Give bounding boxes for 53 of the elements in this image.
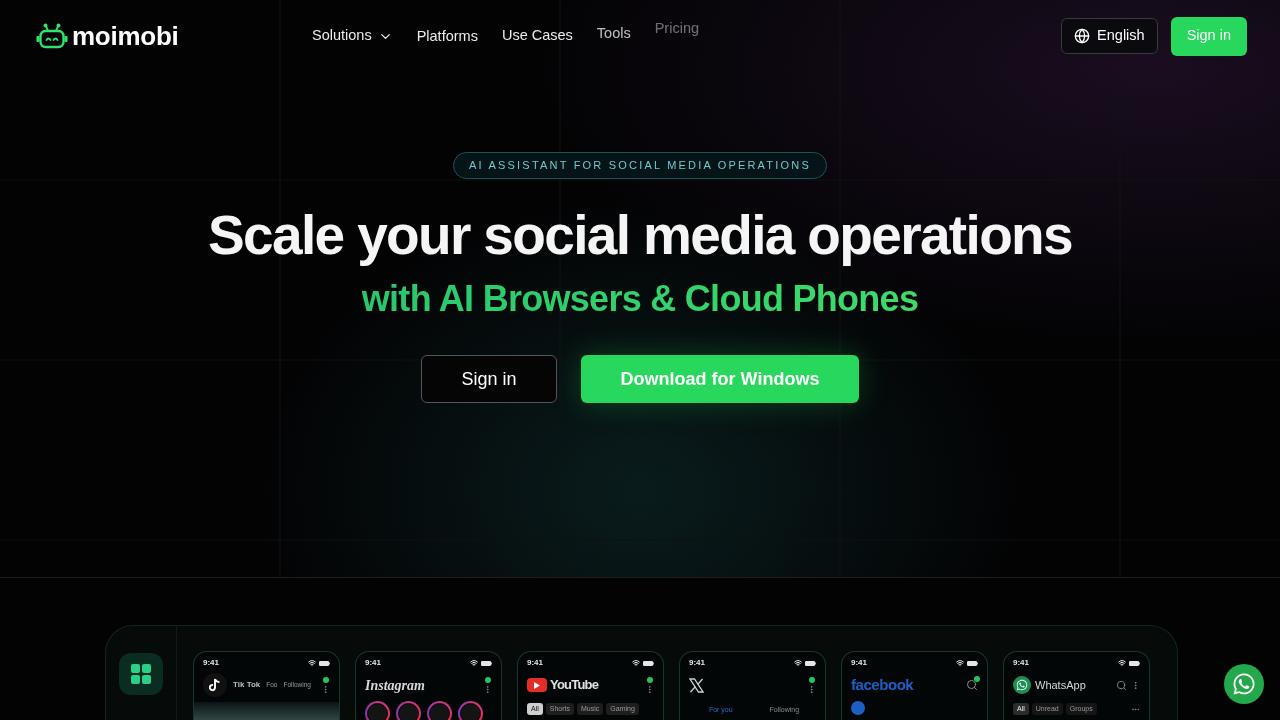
nav-link[interactable]: Pricing (654, 18, 699, 40)
battery-icon (481, 660, 492, 666)
app-name: YouTube (550, 676, 599, 695)
battery-icon (967, 660, 978, 666)
battery-icon (1129, 660, 1140, 666)
status-time: 9:41 (1013, 657, 1029, 669)
more-options-icon[interactable] (1131, 680, 1140, 690)
sign-in-button[interactable]: Sign in (421, 355, 557, 403)
more-options-icon[interactable] (645, 684, 654, 694)
search-icon[interactable] (966, 679, 978, 691)
language-button[interactable]: English (1061, 18, 1158, 54)
app-name: Tik Tok (233, 679, 261, 691)
chat-button[interactable] (1224, 664, 1264, 704)
battery-icon (805, 660, 816, 666)
story-ring-icon[interactable] (427, 701, 452, 720)
wifi-icon (308, 659, 316, 667)
battery-icon (643, 660, 654, 666)
status-time: 9:41 (203, 657, 219, 669)
status-time: 9:41 (689, 657, 705, 669)
story-ring-icon[interactable] (396, 701, 421, 720)
story-ring-icon[interactable] (458, 701, 483, 720)
status-time: 9:41 (851, 657, 867, 669)
logo-text: moimobi (72, 19, 179, 53)
nav-link[interactable]: Solutions (312, 25, 393, 47)
story-ring-icon[interactable] (365, 701, 390, 720)
chat-phone-logo-icon (1013, 676, 1031, 694)
status-time: 9:41 (365, 657, 381, 669)
battery-icon (319, 660, 330, 666)
wifi-icon (470, 659, 478, 667)
more-options-icon[interactable] (483, 684, 492, 694)
wifi-icon (956, 659, 964, 667)
chat-phone-icon (1232, 672, 1256, 696)
nav-link[interactable]: Platforms (416, 26, 478, 48)
wifi-icon (632, 659, 640, 667)
robot-logo-icon (36, 23, 68, 49)
more-options-icon[interactable] (807, 684, 816, 694)
nav-link[interactable]: Tools (596, 23, 631, 45)
wifi-icon (794, 659, 802, 667)
nav-link[interactable]: Use Cases (501, 25, 573, 47)
wifi-icon (1118, 659, 1126, 667)
x-logo-icon (689, 677, 704, 693)
music-note-logo-icon (203, 673, 227, 697)
tagline-badge: AI ASSISTANT FOR SOCIAL MEDIA OPERATIONS (453, 152, 827, 179)
status-time: 9:41 (527, 657, 543, 669)
more-options-icon[interactable] (321, 684, 330, 694)
app-name: Instagram (365, 676, 425, 695)
app-name: WhatsApp (1035, 677, 1086, 693)
app-name: facebook (851, 674, 914, 695)
play-logo-icon (527, 678, 547, 692)
grid-app-icon[interactable] (119, 653, 163, 695)
search-icon[interactable] (1116, 679, 1127, 691)
globe-icon (1074, 28, 1091, 44)
hero-title: Scale your social media operations (208, 204, 1072, 266)
